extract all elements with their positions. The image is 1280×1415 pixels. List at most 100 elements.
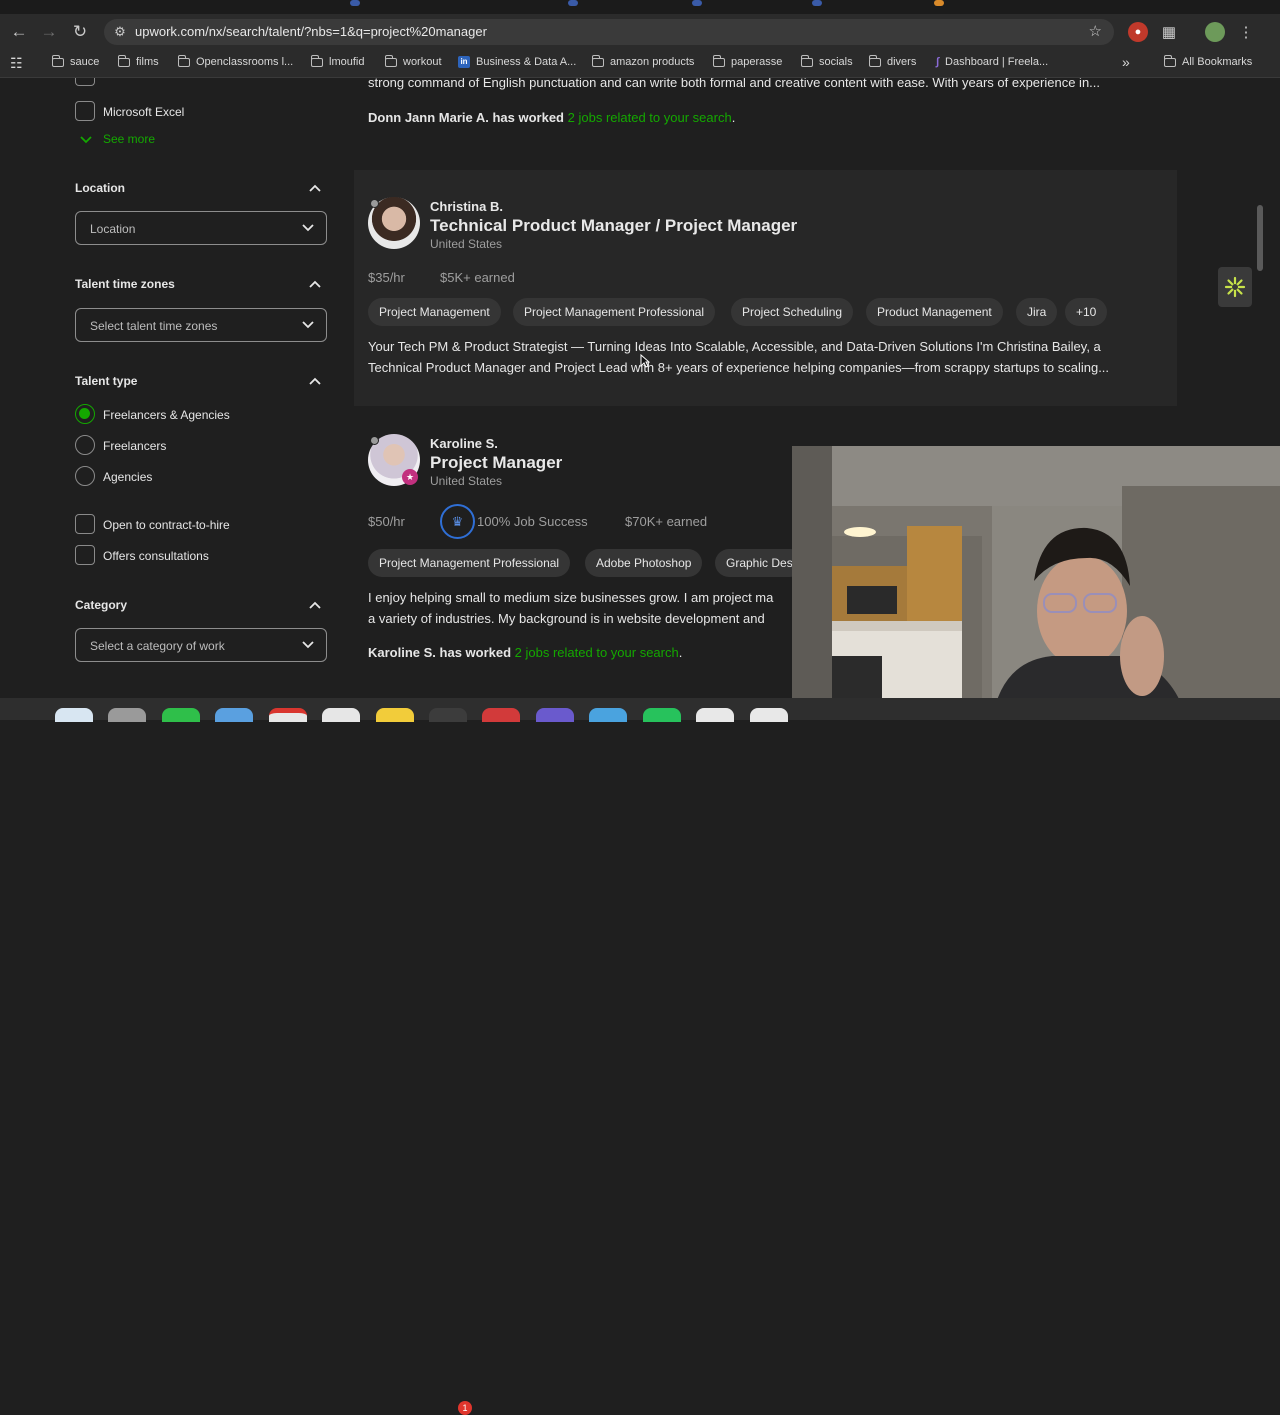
hourly-rate: $35/hr [368,270,405,285]
bookmark-amazon-products[interactable]: amazon products [592,54,694,68]
skill-chip[interactable]: Project Management Professional [368,549,571,577]
menu-kebab-icon[interactable]: ⋮ [1236,22,1256,42]
jobs-related-link[interactable]: 2 jobs related to your search [568,110,732,125]
tab-stub[interactable] [568,0,578,6]
skill-chip[interactable]: Product Management [866,298,1003,326]
floating-assistant-button[interactable] [1218,267,1252,307]
more-bookmarks-icon[interactable]: » [1122,54,1130,70]
folder-icon [592,54,604,67]
address-bar[interactable]: ⚙ upwork.com/nx/search/talent/?nbs=1&q=p… [104,19,1114,45]
checkbox-offers-consultations[interactable] [75,545,95,565]
bookmark-socials[interactable]: socials [801,54,853,68]
tab-stub[interactable] [692,0,702,6]
bookmark-sauce[interactable]: sauce [52,54,99,68]
bookmark-workout[interactable]: workout [385,54,442,68]
profile-avatar[interactable] [1205,22,1225,42]
option-label: Agencies [103,470,153,484]
category-filter-title: Category [75,598,128,612]
bookmark-divers[interactable]: divers [869,54,916,68]
macos-dock: 1 [0,698,1280,1415]
sparkle-icon [1224,276,1246,298]
chevron-down-icon [302,321,314,329]
forward-icon[interactable]: → [35,14,63,50]
checkbox[interactable] [75,78,95,86]
radio-freelancers[interactable] [75,435,95,455]
badge-icon: ★ [402,469,418,485]
bookmark-business-data[interactable]: in Business & Data A... [458,56,576,68]
skill-chip[interactable]: Graphic Des [715,549,804,577]
tab-stub[interactable] [812,0,822,6]
folder-icon [52,54,64,67]
timezone-filter-title: Talent time zones [75,277,175,291]
total-earned: $5K+ earned [440,270,515,285]
reload-icon[interactable]: ↻ [66,14,94,50]
total-earned: $70K+ earned [625,514,708,529]
scrollbar-thumb[interactable] [1257,205,1263,271]
folder-icon [118,54,130,67]
mouse-cursor-icon [640,354,650,368]
hourly-rate: $50/hr [368,514,405,529]
bookmark-openclassrooms[interactable]: Openclassrooms l... [178,54,293,68]
checkbox-contract-to-hire[interactable] [75,514,95,534]
option-label: Open to contract-to-hire [103,518,230,532]
more-skills-chip[interactable]: +10 [1065,298,1108,326]
folder-icon [713,54,725,67]
option-label: Freelancers & Agencies [103,408,230,422]
collapse-chevron-icon[interactable] [309,601,321,609]
bookmark-star-icon[interactable]: ☆ [1089,22,1102,40]
chevron-down-icon [302,224,314,232]
apps-grid-icon[interactable]: ☷ [10,55,23,72]
online-status-dot [370,199,379,208]
site-settings-icon[interactable]: ⚙ [112,24,128,40]
collapse-chevron-icon[interactable] [309,280,321,288]
skill-chip[interactable]: Project Management Professional [513,298,716,326]
option-label: Microsoft Excel [103,105,185,119]
bookmarks-bar: ☷ sauce films Openclassrooms l... lmoufi… [0,50,1280,78]
freelancer-name[interactable]: Christina B. [430,199,503,214]
see-more-link[interactable]: See more [103,132,155,146]
category-dropdown[interactable]: Select a category of work [75,628,327,662]
bookmark-lmoufid[interactable]: lmoufid [311,54,364,68]
chevron-down-icon [302,641,314,649]
job-success-score: 100% Job Success [477,514,588,529]
folder-icon [801,54,813,67]
checkbox-microsoft-excel[interactable] [75,101,95,121]
extension-icon[interactable]: ● [1128,22,1148,42]
freelancer-title[interactable]: Project Manager [430,453,562,473]
folder-icon [178,54,190,67]
skill-chip[interactable]: Adobe Photoshop [585,549,703,577]
skill-chip[interactable]: Jira [1016,298,1058,326]
tab-stub[interactable] [934,0,944,6]
skill-chip[interactable]: Project Scheduling [731,298,854,326]
jobs-related-link[interactable]: 2 jobs related to your search [515,645,679,660]
freelancer-title[interactable]: Technical Product Manager / Project Mana… [430,216,797,236]
webcam-feed-image [792,446,1280,720]
bookmark-paperasse[interactable]: paperasse [713,54,782,68]
option-label: Freelancers [103,439,167,453]
bookmark-dashboard[interactable]: ∫ Dashboard | Freela... [936,56,1048,68]
radio-agencies[interactable] [75,466,95,486]
radio-freelancers-agencies[interactable] [75,404,95,424]
collapse-chevron-icon[interactable] [309,377,321,385]
collapse-chevron-icon[interactable] [309,184,321,192]
freelancer-overview: Your Tech PM & Product Strategist — Turn… [368,339,1101,354]
location-dropdown[interactable]: Location [75,211,327,245]
freelancer-name[interactable]: Karoline S. [430,436,498,451]
tab-stub[interactable] [350,0,360,6]
url-text[interactable]: upwork.com/nx/search/talent/?nbs=1&q=pro… [135,24,487,39]
timezone-dropdown[interactable]: Select talent time zones [75,308,327,342]
back-icon[interactable]: ← [5,14,33,50]
option-label: Offers consultations [103,549,209,563]
skill-chip[interactable]: Project Management [368,298,501,326]
linkedin-icon: in [458,56,470,68]
browser-toolbar: ← → ↻ ⚙ upwork.com/nx/search/talent/?nbs… [0,14,1280,50]
bookmark-films[interactable]: films [118,54,159,68]
jobs-worked-line: Karoline S. has worked 2 jobs related to… [368,645,683,660]
dropdown-placeholder: Select a category of work [90,639,225,653]
notification-badge: 1 [458,1401,472,1415]
all-bookmarks[interactable]: All Bookmarks [1164,54,1252,68]
location-filter-title: Location [75,181,125,195]
extensions-puzzle-icon[interactable]: ▦ [1159,22,1179,42]
folder-icon [1164,54,1176,67]
dropdown-placeholder: Location [90,222,136,236]
